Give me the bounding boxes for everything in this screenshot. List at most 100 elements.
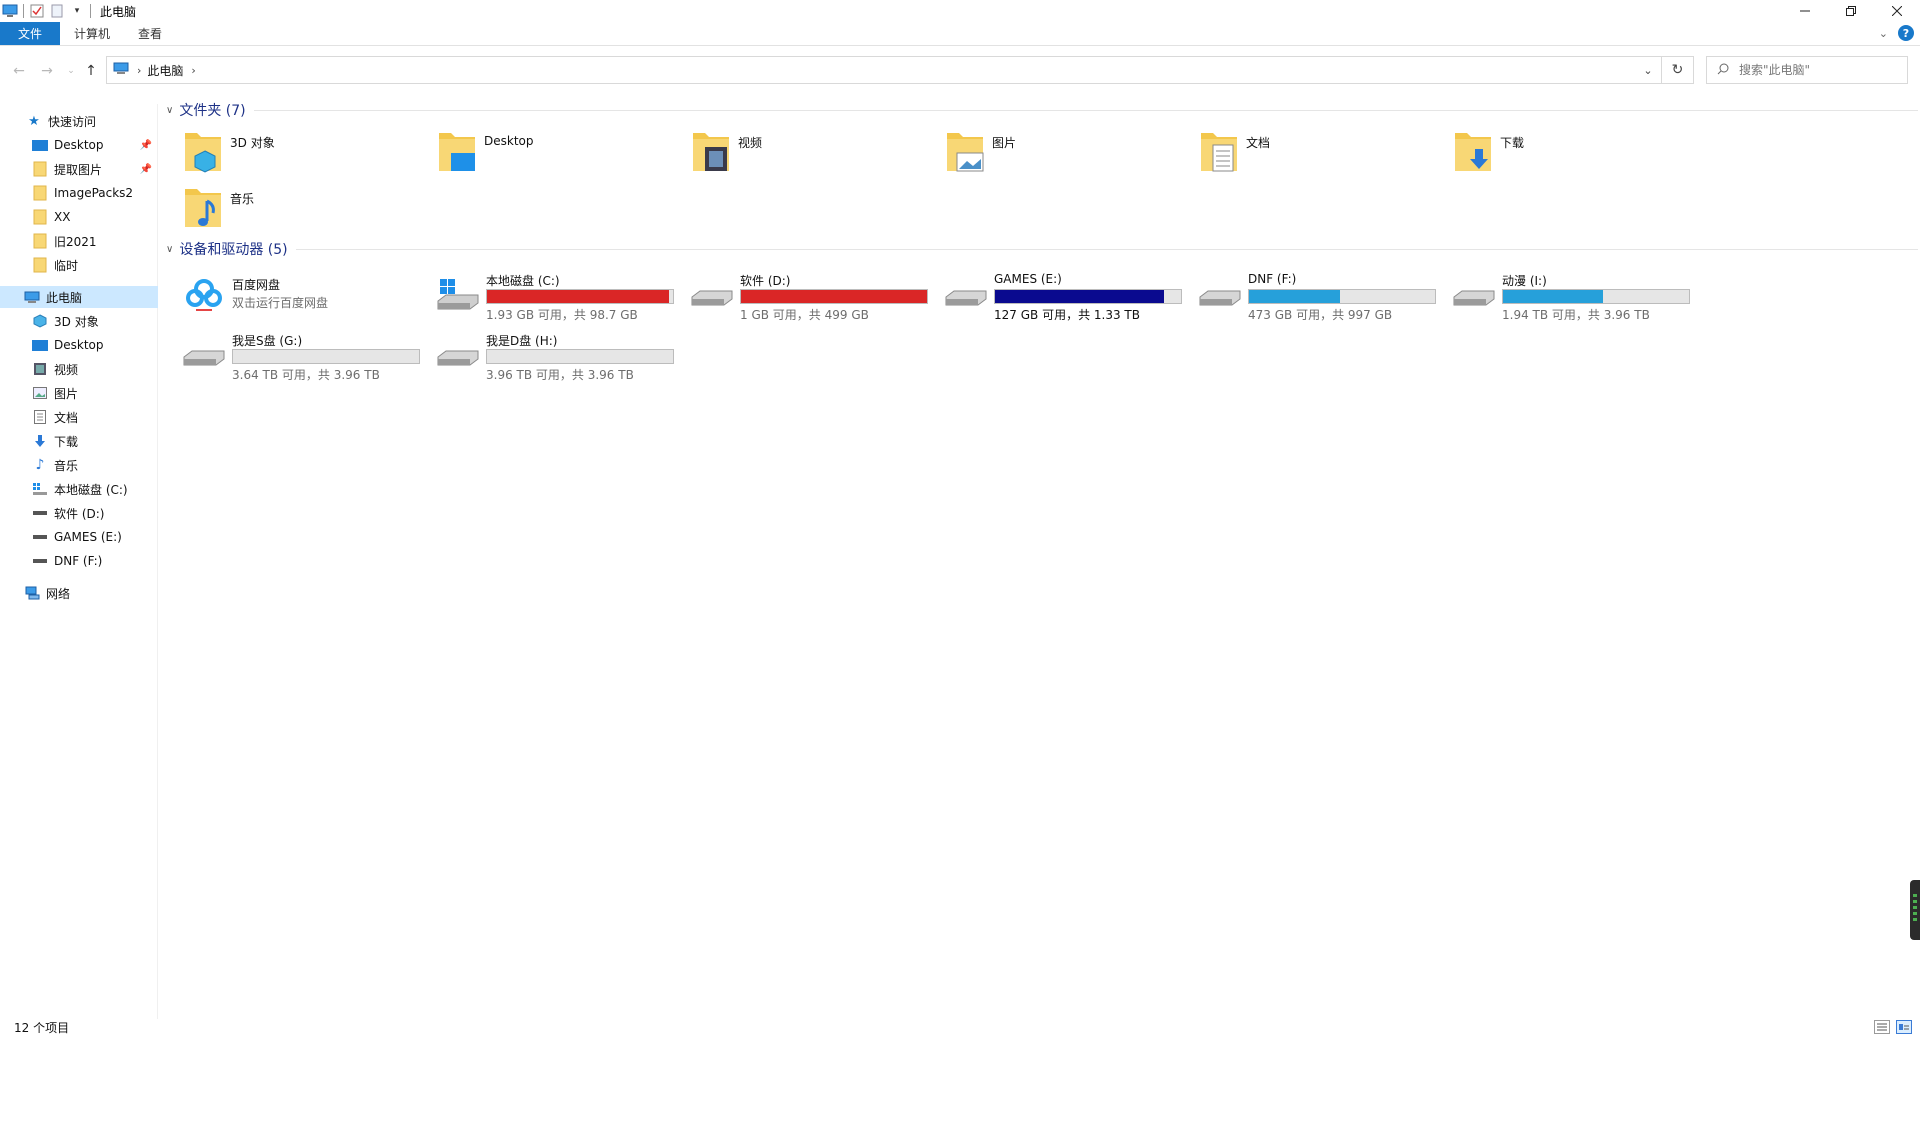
restore-button[interactable] xyxy=(1828,0,1874,22)
folder-tile-downloads[interactable]: 下载 xyxy=(1452,128,1692,180)
drive-info: 本地磁盘 (C:) 1.93 GB 可用，共 98.7 GB xyxy=(486,272,674,323)
side-dock-handle[interactable] xyxy=(1910,880,1920,940)
sidebar-item-old2021[interactable]: 旧2021 xyxy=(0,230,158,252)
sidebar-item-xx[interactable]: XX xyxy=(0,206,158,228)
collapse-chevron-icon[interactable]: ∨ xyxy=(166,105,173,116)
sidebar-item-label: 本地磁盘 (C:) xyxy=(54,482,128,497)
sidebar-item-network[interactable]: 网络 xyxy=(0,582,158,604)
drive-usage-fill xyxy=(1249,290,1341,303)
tab-computer[interactable]: 计算机 xyxy=(60,22,124,45)
network-icon xyxy=(24,585,40,601)
drive-tile[interactable]: 动漫 (I:) 1.94 TB 可用，共 3.96 TB xyxy=(1452,270,1702,324)
folder-tile-music[interactable]: 音乐 xyxy=(182,184,422,236)
back-arrow-icon[interactable]: ← xyxy=(10,62,28,80)
tab-view[interactable]: 查看 xyxy=(124,22,176,45)
folder-label: 下载 xyxy=(1500,136,1525,150)
pin-icon[interactable]: 📌 xyxy=(140,140,152,151)
customize-toolbar-icon[interactable]: ▾ xyxy=(69,3,85,19)
sidebar-item-downloads[interactable]: 下载 xyxy=(0,430,158,452)
address-dropdown-icon[interactable]: ⌄ xyxy=(1635,57,1661,83)
drive-name: 我是S盘 (G:) xyxy=(232,334,303,348)
sidebar-item-desktop[interactable]: Desktop xyxy=(0,334,158,356)
sidebar-item-temp[interactable]: 临时 xyxy=(0,254,158,276)
close-button[interactable] xyxy=(1874,0,1920,22)
computer-icon[interactable] xyxy=(2,3,18,19)
folder-icon xyxy=(32,185,48,201)
videos-folder-icon xyxy=(690,128,732,174)
baidu-netdisk-tile[interactable]: 百度网盘 双击运行百度网盘 xyxy=(182,270,432,324)
folder-tile-documents[interactable]: 文档 xyxy=(1198,128,1438,180)
sidebar-item-music[interactable]: ♪ 音乐 xyxy=(0,454,158,476)
folder-tile-3d-objects[interactable]: 3D 对象 xyxy=(182,128,422,180)
drive-info: DNF (F:) 473 GB 可用，共 997 GB xyxy=(1248,272,1436,323)
drive-free-space: 473 GB 可用，共 997 GB xyxy=(1248,308,1393,322)
minimize-button[interactable] xyxy=(1782,0,1828,22)
sidebar-item-quick-access[interactable]: ★ 快速访问 xyxy=(0,110,158,132)
sidebar-item-label: Desktop xyxy=(54,338,104,352)
drive-tile[interactable]: GAMES (E:) 127 GB 可用，共 1.33 TB xyxy=(944,270,1194,324)
desktop-icon xyxy=(32,337,48,353)
up-arrow-icon[interactable]: ↑ xyxy=(82,62,100,80)
breadcrumb-this-pc[interactable]: 此电脑 xyxy=(147,62,183,79)
search-box[interactable] xyxy=(1706,56,1908,84)
sidebar-item-label: 3D 对象 xyxy=(54,314,99,329)
expand-ribbon-icon[interactable]: ⌄ xyxy=(1879,27,1888,40)
help-icon[interactable]: ? xyxy=(1898,25,1914,41)
pin-icon[interactable]: 📌 xyxy=(140,164,152,175)
sidebar-item-label: 图片 xyxy=(54,386,79,401)
breadcrumb-chevron-icon[interactable]: › xyxy=(191,64,195,77)
sidebar-item-videos[interactable]: 视频 xyxy=(0,358,158,380)
sidebar-item-drive-e[interactable]: GAMES (E:) xyxy=(0,526,158,548)
drive-free-space: 1.94 TB 可用，共 3.96 TB xyxy=(1502,308,1650,322)
sidebar-item-this-pc[interactable]: 此电脑 xyxy=(0,286,158,308)
sidebar-item-label: Desktop xyxy=(54,138,104,152)
group-title: 设备和驱动器 (5) xyxy=(179,242,288,258)
folder-tile-videos[interactable]: 视频 xyxy=(690,128,930,180)
drive-tile[interactable]: 我是D盘 (H:) 3.96 TB 可用，共 3.96 TB xyxy=(436,330,686,384)
group-header-devices[interactable]: ∨ 设备和驱动器 (5) xyxy=(166,239,1918,259)
details-view-icon[interactable] xyxy=(1874,1020,1890,1034)
drive-name: DNF (F:) xyxy=(1248,272,1297,286)
properties-icon[interactable] xyxy=(29,3,45,19)
drive-tile[interactable]: 软件 (D:) 1 GB 可用，共 499 GB xyxy=(690,270,940,324)
new-folder-icon[interactable] xyxy=(49,3,65,19)
tiles-view-icon[interactable] xyxy=(1896,1020,1912,1034)
sidebar-item-imagepacks2[interactable]: ImagePacks2 xyxy=(0,182,158,204)
hard-drive-icon xyxy=(1452,270,1496,316)
folder-tile-desktop[interactable]: Desktop xyxy=(436,128,676,180)
sidebar-item-label: 旧2021 xyxy=(54,234,97,249)
sidebar-item-label: ImagePacks2 xyxy=(54,186,134,200)
sidebar-item-desktop[interactable]: Desktop 📌 xyxy=(0,134,158,156)
sidebar-item-drive-c[interactable]: 本地磁盘 (C:) xyxy=(0,478,158,500)
sidebar-item-documents[interactable]: 文档 xyxy=(0,406,158,428)
music-folder-icon xyxy=(182,184,224,230)
forward-arrow-icon[interactable]: → xyxy=(38,62,56,80)
group-header-folders[interactable]: ∨ 文件夹 (7) xyxy=(166,100,1918,120)
address-bar[interactable]: › 此电脑 › ⌄ xyxy=(106,56,1662,84)
tab-file[interactable]: 文件 xyxy=(0,22,61,45)
sidebar-item-label: 提取图片 xyxy=(54,162,103,177)
folder-tile-pictures[interactable]: 图片 xyxy=(944,128,1184,180)
drive-usage-bar xyxy=(740,289,928,304)
sidebar-item-drive-d[interactable]: 软件 (D:) xyxy=(0,502,158,524)
sidebar-item-drive-f[interactable]: DNF (F:) xyxy=(0,550,158,572)
breadcrumb-chevron-icon[interactable]: › xyxy=(137,64,141,77)
window-controls xyxy=(1782,0,1920,22)
sidebar-item-3d-objects[interactable]: 3D 对象 xyxy=(0,310,158,332)
drive-usage-bar xyxy=(232,349,420,364)
sidebar-item-extract-images[interactable]: 提取图片 📌 xyxy=(0,158,158,180)
desktop-icon xyxy=(32,137,48,153)
drive-tile[interactable]: 我是S盘 (G:) 3.64 TB 可用，共 3.96 TB xyxy=(182,330,432,384)
drive-tile[interactable]: DNF (F:) 473 GB 可用，共 997 GB xyxy=(1198,270,1448,324)
sidebar-item-label: 快速访问 xyxy=(48,114,97,129)
search-input[interactable] xyxy=(1739,63,1889,77)
status-bar: 12 个项目 xyxy=(0,1016,1920,1038)
recent-locations-chevron-icon[interactable]: ⌄ xyxy=(62,62,80,80)
drive-usage-fill xyxy=(741,290,927,303)
sidebar-item-pictures[interactable]: 图片 xyxy=(0,382,158,404)
drive-tile[interactable]: 本地磁盘 (C:) 1.93 GB 可用，共 98.7 GB xyxy=(436,270,686,324)
baidu-netdisk-icon xyxy=(182,270,226,316)
collapse-chevron-icon[interactable]: ∨ xyxy=(166,244,173,255)
hard-drive-icon xyxy=(944,270,988,316)
refresh-button[interactable]: ↻ xyxy=(1662,56,1694,84)
